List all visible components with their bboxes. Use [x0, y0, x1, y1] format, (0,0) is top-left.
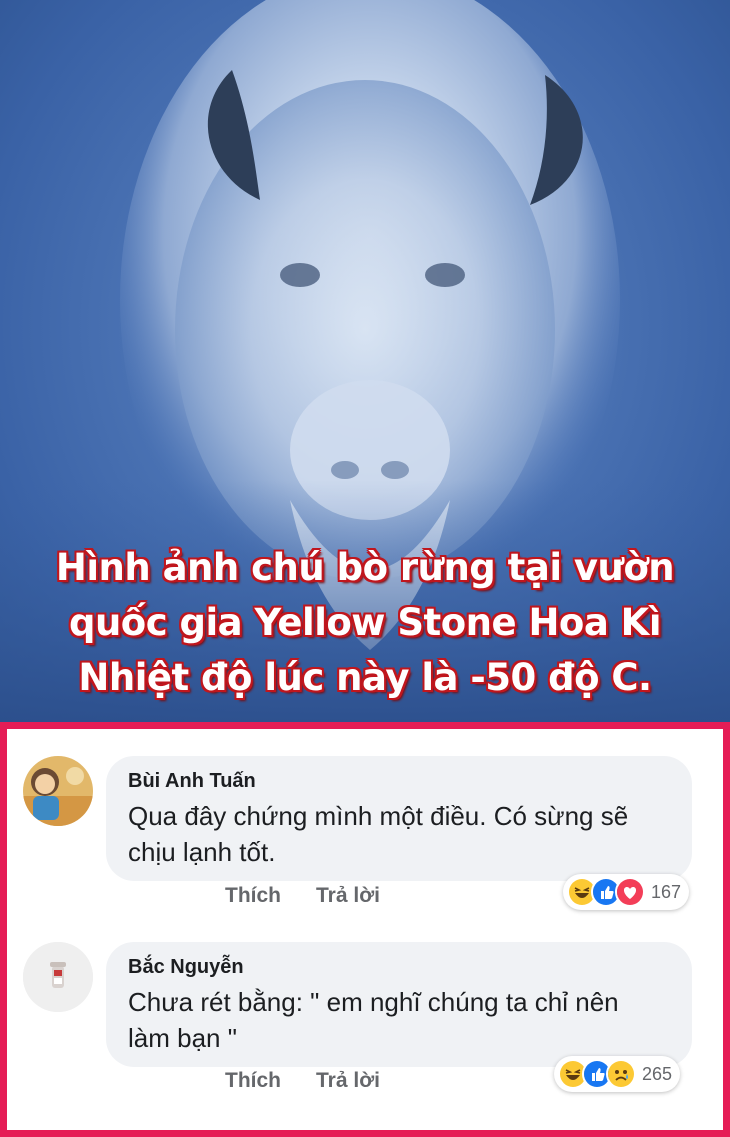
love-icon [615, 877, 645, 907]
reply-link[interactable]: Trả lời [316, 884, 380, 908]
reply-link[interactable]: Trả lời [316, 1069, 380, 1093]
comment-text: Qua đây chứng mình một điều. Có sừng sẽ … [128, 798, 670, 870]
like-link[interactable]: Thích [225, 884, 281, 908]
reactions-summary[interactable]: 265 [554, 1056, 681, 1092]
comment-author[interactable]: Bắc Nguyễn [128, 954, 670, 980]
sad-icon [606, 1059, 636, 1089]
comment-text-line: Chưa rét bằng: " em nghĩ chúng ta chỉ nê… [128, 987, 619, 1017]
comment-item: Bùi Anh Tuấn Qua đây chứng mình một điều… [7, 729, 723, 929]
like-link[interactable]: Thích [225, 1069, 281, 1093]
reaction-count: 167 [651, 881, 682, 902]
photo-caption: Hình ảnh chú bò rừng tại vườn quốc gia Y… [0, 540, 730, 705]
avatar-image [23, 756, 93, 826]
comments-panel: Bùi Anh Tuấn Qua đây chứng mình một điều… [0, 722, 730, 1137]
bison-photo: Hình ảnh chú bò rừng tại vườn quốc gia Y… [0, 0, 730, 722]
comment-text-line: làm bạn " [128, 1023, 237, 1053]
comment-text: Chưa rét bằng: " em nghĩ chúng ta chỉ nê… [128, 984, 670, 1056]
reactions-summary[interactable]: 167 [563, 874, 690, 910]
avatar[interactable] [23, 756, 93, 826]
comment-author[interactable]: Bùi Anh Tuấn [128, 768, 670, 794]
comment-bubble: Bùi Anh Tuấn Qua đây chứng mình một điều… [106, 756, 692, 881]
comment-text-line: chịu lạnh tốt. [128, 837, 276, 867]
caption-line-2: quốc gia Yellow Stone Hoa Kì [68, 601, 662, 644]
comment-bubble: Bắc Nguyễn Chưa rét bằng: " em nghĩ chún… [106, 942, 692, 1067]
caption-line-1: Hình ảnh chú bò rừng tại vườn [55, 546, 675, 589]
reaction-count: 265 [642, 1063, 673, 1084]
comment-item: Bắc Nguyễn Chưa rét bằng: " em nghĩ chún… [7, 919, 723, 1129]
avatar[interactable] [23, 942, 93, 1012]
comment-text-line: Qua đây chứng mình một điều. Có sừng sẽ [128, 801, 629, 831]
avatar-image [23, 942, 93, 1012]
caption-line-3: Nhiệt độ lúc này là -50 độ C. [78, 656, 652, 699]
